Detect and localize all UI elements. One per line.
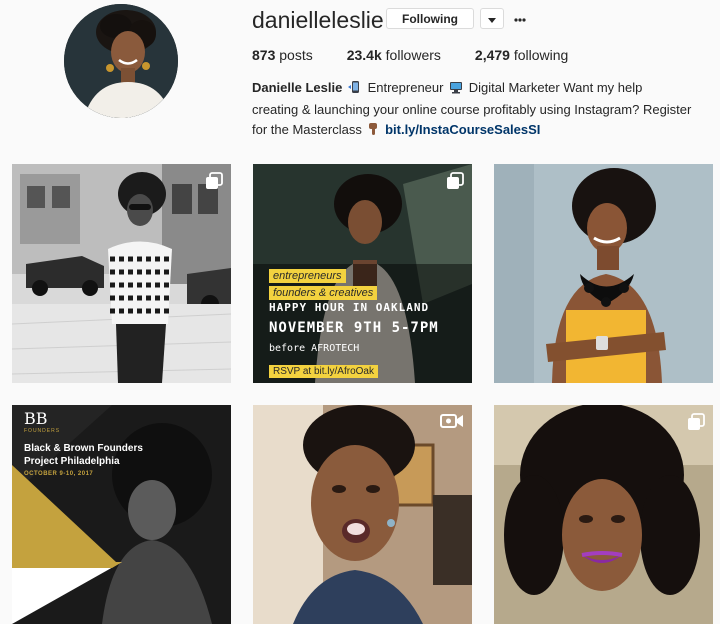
multiple-photos-icon xyxy=(687,413,705,436)
following-button[interactable]: Following xyxy=(386,8,474,29)
posts-stat: 873 posts xyxy=(252,47,313,63)
promo-line-afrotech: before AFROTECH xyxy=(269,343,360,354)
suggestions-dropdown-button[interactable] xyxy=(480,8,504,29)
founders-title-line2: Project Philadelphia xyxy=(24,456,120,467)
following-label: following xyxy=(513,47,569,63)
multiple-photos-icon xyxy=(205,172,223,195)
founders-dates: OCTOBER 9-10, 2017 xyxy=(24,471,94,477)
founders-logo: BB xyxy=(24,409,48,428)
bio-link[interactable]: bit.ly/InstaCourseSalesSI xyxy=(385,122,540,137)
post-image-street xyxy=(12,164,231,383)
post-tile-3[interactable] xyxy=(494,164,713,383)
followers-count: 23.4k xyxy=(346,47,382,63)
post-tile-2[interactable]: entrepreneurs founders & creatives HAPPY… xyxy=(253,164,472,383)
post-image-yellow-dress xyxy=(494,164,713,383)
multiple-photos-icon xyxy=(446,172,464,195)
post-tile-4[interactable]: BB FOUNDERS Black & Brown Founders Proje… xyxy=(12,405,231,624)
profile-username: danielleleslie xyxy=(252,7,384,33)
posts-label: posts xyxy=(279,47,313,63)
promo-tag-entrepreneurs: entrepreneurs xyxy=(269,269,346,283)
desktop-computer-icon xyxy=(449,80,463,100)
caret-down-icon xyxy=(488,10,496,28)
profile-full-name: Danielle Leslie xyxy=(252,80,343,95)
profile-stats: 873 posts 23.4k followers 2,479 followin… xyxy=(252,47,602,63)
mobile-phone-icon xyxy=(347,80,362,100)
founders-logo-subtitle: FOUNDERS xyxy=(24,428,61,434)
post-image-purple-lips xyxy=(494,405,713,624)
post-image-founders xyxy=(12,405,231,624)
posts-count: 873 xyxy=(252,47,276,63)
post-tile-1[interactable] xyxy=(12,164,231,383)
post-image-selfie xyxy=(253,405,472,624)
promo-tag-founders: founders & creatives xyxy=(269,286,378,300)
founders-title-line1: Black & Brown Founders xyxy=(24,443,143,454)
following-count: 2,479 xyxy=(474,47,510,63)
promo-line-date: NOVEMBER 9TH 5-7PM xyxy=(269,320,439,336)
following-stat[interactable]: 2,479 following xyxy=(475,47,568,63)
post-tile-5[interactable] xyxy=(253,405,472,624)
promo-line-happy-hour: HAPPY HOUR IN OAKLAND xyxy=(269,301,430,314)
more-options-button[interactable] xyxy=(512,8,528,28)
promo-rsvp: RSVP at bit.ly/AfroOak xyxy=(269,365,378,378)
followers-stat[interactable]: 23.4k followers xyxy=(347,47,441,63)
followers-label: followers xyxy=(385,47,441,63)
profile-avatar[interactable] xyxy=(64,4,178,118)
pointing-down-hand-icon xyxy=(367,122,379,142)
post-tile-6[interactable] xyxy=(494,405,713,624)
video-camera-icon xyxy=(440,413,464,434)
ellipsis-icon xyxy=(514,9,526,27)
profile-bio: Danielle Leslie Entrepreneur Digital Mar… xyxy=(252,78,692,142)
bio-line-entrepreneur: Entrepreneur xyxy=(367,80,444,95)
